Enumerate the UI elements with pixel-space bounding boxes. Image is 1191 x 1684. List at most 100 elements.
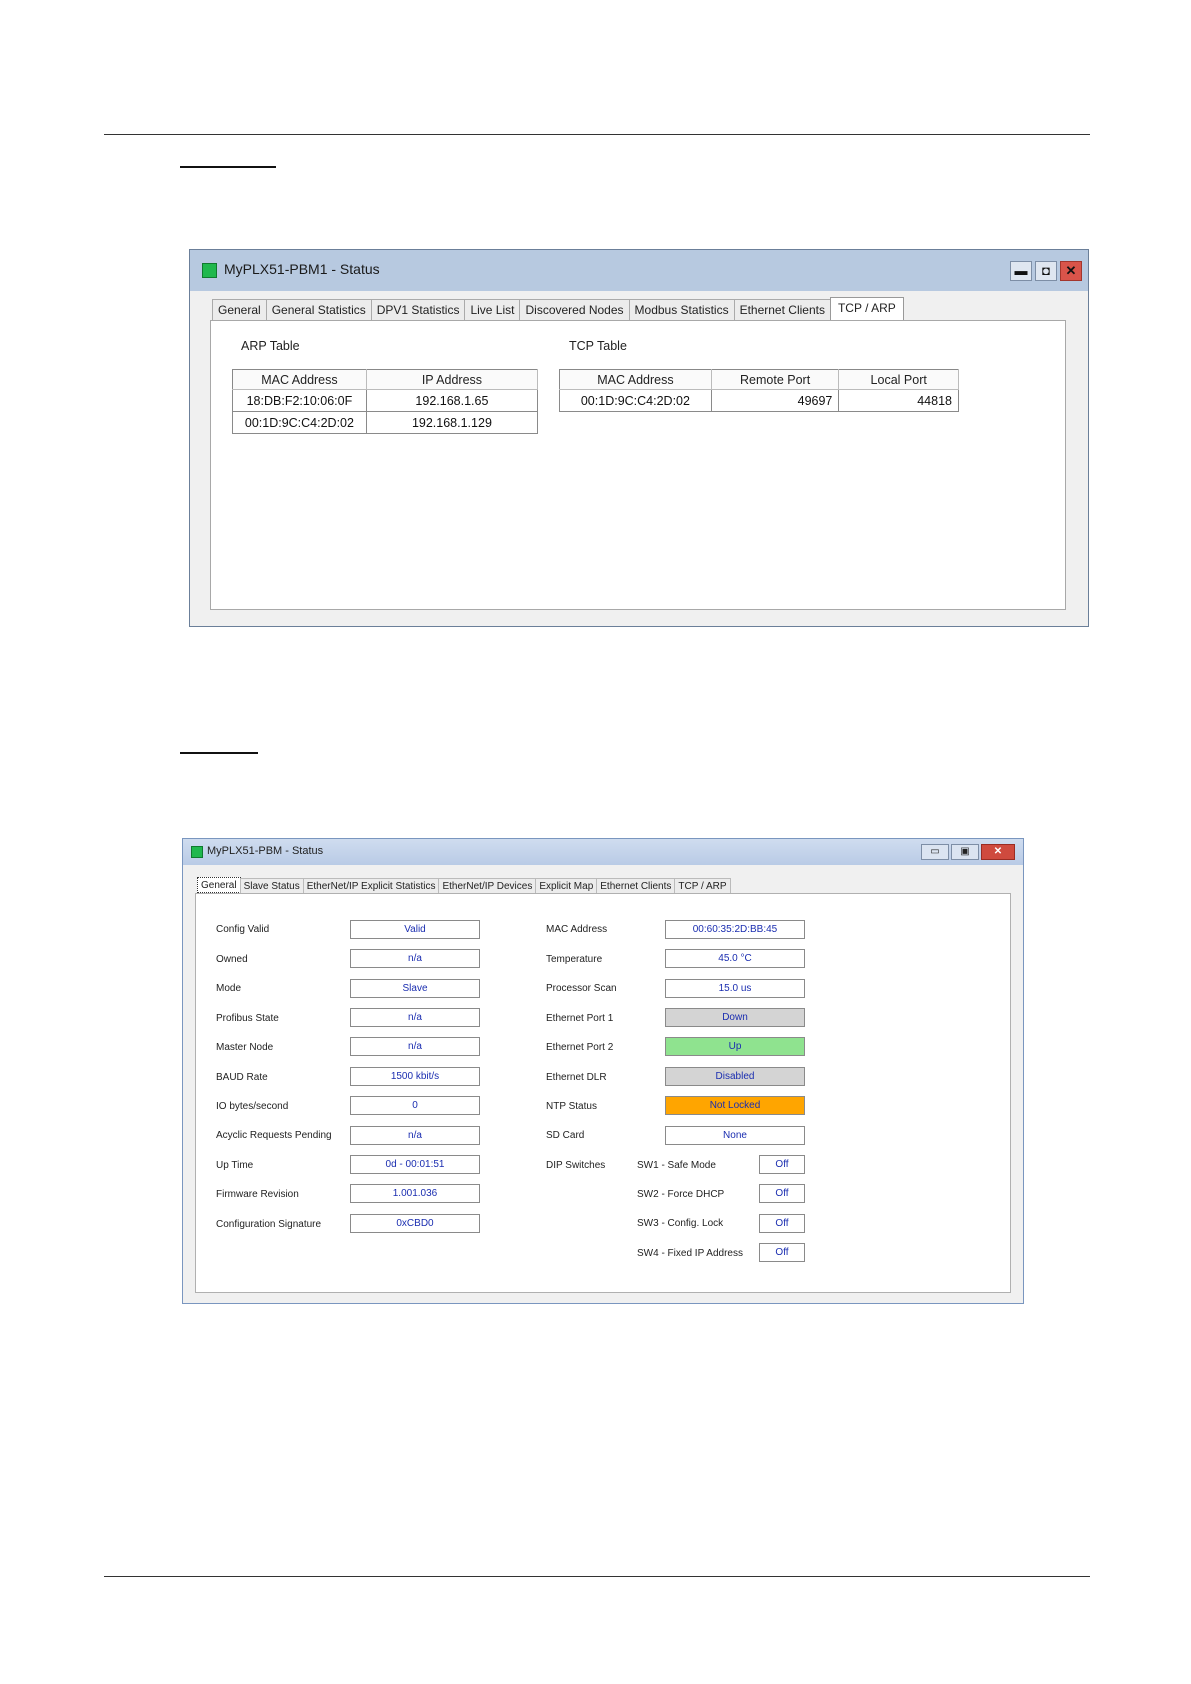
tab-general[interactable]: General bbox=[212, 299, 267, 320]
sw4-value: Off bbox=[759, 1243, 805, 1262]
arp-table: MAC Address IP Address 18:DB:F2:10:06:0F… bbox=[232, 369, 539, 434]
baud-rate-label: BAUD Rate bbox=[216, 1072, 268, 1083]
app-status-icon bbox=[191, 846, 203, 858]
tab-ethernetip-devices[interactable]: EtherNet/IP Devices bbox=[438, 878, 537, 893]
table-row[interactable]: 18:DB:F2:10:06:0F 192.168.1.65 bbox=[232, 389, 539, 412]
config-valid-label: Config Valid bbox=[216, 924, 270, 935]
close-button[interactable]: ✕ bbox=[1060, 261, 1082, 281]
tab-tcp-arp[interactable]: TCP / ARP bbox=[674, 878, 731, 893]
table-header-row: MAC Address IP Address bbox=[232, 369, 539, 390]
minimize-button[interactable]: ▬ bbox=[1010, 261, 1032, 281]
section-underline-2 bbox=[180, 752, 258, 754]
tab-live-list[interactable]: Live List bbox=[464, 299, 521, 320]
tab-panel: Config Valid Valid Owned n/a Mode Slave … bbox=[195, 893, 1011, 1293]
status-window-tcp-arp: MyPLX51-PBM1 - Status ▬ ◘ ✕ General Gene… bbox=[189, 249, 1089, 627]
tab-tcp-arp[interactable]: TCP / ARP bbox=[829, 297, 904, 320]
ethernet-dlr-status: Disabled bbox=[665, 1067, 805, 1086]
tab-strip: General General Statistics DPV1 Statisti… bbox=[212, 297, 904, 320]
remote-port-cell: 49697 bbox=[710, 389, 840, 412]
tab-discovered-nodes[interactable]: Discovered Nodes bbox=[519, 299, 630, 320]
ethernet-port-2-label: Ethernet Port 2 bbox=[546, 1042, 614, 1053]
mac-cell: 00:1D:9C:C4:2D:02 bbox=[559, 389, 712, 412]
up-time-value: 0d - 00:01:51 bbox=[350, 1155, 480, 1174]
maximize-button[interactable]: ◘ bbox=[1035, 261, 1057, 281]
sw1-value: Off bbox=[759, 1155, 805, 1174]
window-title: MyPLX51-PBM1 - Status bbox=[224, 261, 380, 277]
tab-dpv1-statistics[interactable]: DPV1 Statistics bbox=[370, 299, 466, 320]
table-row[interactable]: 00:1D:9C:C4:2D:02 49697 44818 bbox=[559, 389, 959, 412]
sd-card-value: None bbox=[665, 1126, 805, 1145]
ethernet-dlr-label: Ethernet DLR bbox=[546, 1072, 607, 1083]
footer-rule bbox=[104, 1576, 1090, 1577]
profibus-state-label: Profibus State bbox=[216, 1013, 279, 1024]
tab-strip: General Slave Status EtherNet/IP Explici… bbox=[197, 877, 731, 893]
firmware-revision-label: Firmware Revision bbox=[216, 1189, 299, 1200]
section-underline-1 bbox=[180, 166, 276, 168]
sd-card-label: SD Card bbox=[546, 1130, 585, 1141]
title-bar[interactable]: MyPLX51-PBM1 - Status ▬ ◘ ✕ bbox=[190, 250, 1088, 291]
processor-scan-value: 15.0 us bbox=[665, 979, 805, 998]
sw1-label: SW1 - Safe Mode bbox=[637, 1160, 716, 1171]
status-window-general: MyPLX51-PBM - Status ▭ ▣ ✕ General Slave… bbox=[182, 838, 1024, 1304]
baud-rate-value: 1500 kbit/s bbox=[350, 1067, 480, 1086]
mac-address-value: 00:60:35:2D:BB:45 bbox=[665, 920, 805, 939]
sw4-label: SW4 - Fixed IP Address bbox=[637, 1248, 743, 1259]
tab-general-statistics[interactable]: General Statistics bbox=[265, 299, 372, 320]
maximize-button[interactable]: ▣ bbox=[951, 844, 979, 860]
config-valid-value: Valid bbox=[350, 920, 480, 939]
acyclic-requests-label: Acyclic Requests Pending bbox=[216, 1130, 332, 1141]
header-rule bbox=[104, 134, 1090, 135]
column-header-remote-port[interactable]: Remote Port bbox=[710, 369, 840, 390]
arp-table-label: ARP Table bbox=[241, 339, 300, 353]
mode-value: Slave bbox=[350, 979, 480, 998]
configuration-signature-value: 0xCBD0 bbox=[350, 1214, 480, 1233]
dip-switches-label: DIP Switches bbox=[546, 1160, 606, 1171]
mode-label: Mode bbox=[216, 983, 242, 994]
minimize-button[interactable]: ▭ bbox=[921, 844, 949, 860]
app-status-icon bbox=[202, 263, 217, 278]
tab-general[interactable]: General bbox=[197, 877, 241, 893]
master-node-value: n/a bbox=[350, 1037, 480, 1056]
ip-cell: 192.168.1.65 bbox=[365, 389, 539, 412]
mac-cell: 18:DB:F2:10:06:0F bbox=[232, 389, 367, 412]
owned-value: n/a bbox=[350, 949, 480, 968]
profibus-state-value: n/a bbox=[350, 1008, 480, 1027]
io-bytes-value: 0 bbox=[350, 1096, 480, 1115]
column-header-mac[interactable]: MAC Address bbox=[232, 369, 367, 390]
ethernet-port-2-status: Up bbox=[665, 1037, 805, 1056]
close-button[interactable]: ✕ bbox=[981, 844, 1015, 860]
tab-ethernet-clients[interactable]: Ethernet Clients bbox=[733, 299, 831, 320]
table-row[interactable]: 00:1D:9C:C4:2D:02 192.168.1.129 bbox=[232, 411, 539, 434]
window-title: MyPLX51-PBM - Status bbox=[207, 845, 324, 857]
tab-slave-status[interactable]: Slave Status bbox=[239, 878, 304, 893]
firmware-revision-value: 1.001.036 bbox=[350, 1184, 480, 1203]
ethernet-port-1-label: Ethernet Port 1 bbox=[546, 1013, 614, 1024]
temperature-value: 45.0 °C bbox=[665, 949, 805, 968]
ntp-status-value: Not Locked bbox=[665, 1096, 805, 1115]
mac-cell: 00:1D:9C:C4:2D:02 bbox=[232, 411, 367, 434]
local-port-cell: 44818 bbox=[838, 389, 959, 412]
sw2-value: Off bbox=[759, 1184, 805, 1203]
temperature-label: Temperature bbox=[546, 954, 603, 965]
column-header-ip[interactable]: IP Address bbox=[365, 369, 539, 390]
tab-explicit-map[interactable]: Explicit Map bbox=[535, 878, 598, 893]
up-time-label: Up Time bbox=[216, 1160, 254, 1171]
sw3-label: SW3 - Config. Lock bbox=[637, 1218, 724, 1229]
master-node-label: Master Node bbox=[216, 1042, 274, 1053]
tcp-table-label: TCP Table bbox=[569, 339, 627, 353]
mac-address-label: MAC Address bbox=[546, 924, 608, 935]
processor-scan-label: Processor Scan bbox=[546, 983, 617, 994]
sw2-label: SW2 - Force DHCP bbox=[637, 1189, 725, 1200]
tab-panel: ARP Table TCP Table MAC Address IP Addre… bbox=[210, 320, 1066, 610]
tcp-table: MAC Address Remote Port Local Port 00:1D… bbox=[559, 369, 959, 412]
acyclic-requests-value: n/a bbox=[350, 1126, 480, 1145]
tab-ethernet-clients[interactable]: Ethernet Clients bbox=[596, 878, 676, 893]
ip-cell: 192.168.1.129 bbox=[365, 411, 539, 434]
tab-ethernetip-explicit-statistics[interactable]: EtherNet/IP Explicit Statistics bbox=[302, 878, 440, 893]
column-header-local-port[interactable]: Local Port bbox=[838, 369, 959, 390]
tab-modbus-statistics[interactable]: Modbus Statistics bbox=[628, 299, 735, 320]
title-bar[interactable]: MyPLX51-PBM - Status ▭ ▣ ✕ bbox=[183, 839, 1023, 865]
sw3-value: Off bbox=[759, 1214, 805, 1233]
column-header-mac[interactable]: MAC Address bbox=[559, 369, 712, 390]
ethernet-port-1-status: Down bbox=[665, 1008, 805, 1027]
